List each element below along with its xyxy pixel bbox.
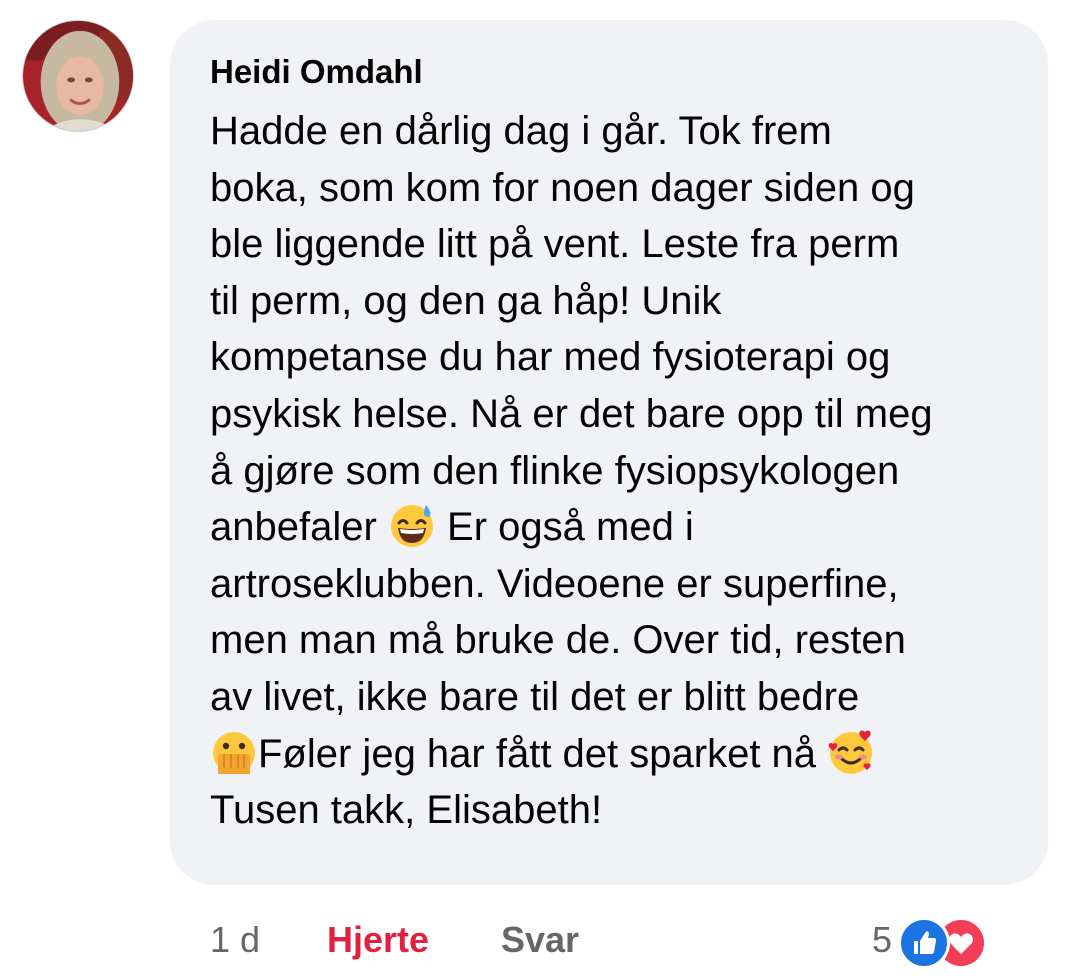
comment-line: artroseklubben. Videoene er superfine, <box>210 561 899 606</box>
comment-line: kompetanse du har med fysioterapi og <box>210 335 891 380</box>
comment-line: til perm, og den ga håp! Unik <box>210 278 722 323</box>
comment-text: Hadde en dårlig dag i går. Tok frem boka… <box>210 103 1018 839</box>
comment-footer: 1 d Hjerte Svar 5 <box>0 915 1080 969</box>
heart-button[interactable]: Hjerte <box>327 919 429 961</box>
comment-line: men man må bruke de. Over tid, resten <box>210 618 906 663</box>
reply-button[interactable]: Svar <box>501 919 579 961</box>
comment-line: boka, som kom for noen dager siden og <box>210 165 915 210</box>
comment-line: psykisk helse. Nå er det bare opp til me… <box>210 391 933 436</box>
comment-text-segment: anbefaler <box>210 505 388 550</box>
reaction-icons <box>898 915 994 969</box>
comment-line: av livet, ikke bare til det er blitt bed… <box>210 674 860 719</box>
comment-line: å gjøre som den flinke fysiopsykologen <box>210 448 900 493</box>
comment-line: anbefaler Er også med i <box>210 499 1018 556</box>
comment-text-segment: Er også med i <box>435 505 694 550</box>
comment-line: ble liggende litt på vent. Leste fra per… <box>210 222 900 267</box>
comment-line: Hadde en dårlig dag i går. Tok frem <box>210 109 832 153</box>
comment-line: Tusen takk, Elisabeth! <box>210 788 603 833</box>
comment-text-segment: Føler jeg har fått det sparket nå <box>258 731 828 776</box>
comment-timestamp[interactable]: 1 d <box>210 919 260 961</box>
face-with-open-eyes-and-hand-over-mouth-emoji <box>210 728 258 776</box>
smiling-face-with-hearts-emoji <box>827 728 875 776</box>
comment-bubble: Heidi Omdahl Hadde en dårlig dag i går. … <box>170 20 1048 885</box>
reaction-summary[interactable]: 5 <box>872 915 994 969</box>
comment-author[interactable]: Heidi Omdahl <box>210 50 1018 94</box>
grinning-face-with-sweat-emoji <box>388 501 436 549</box>
comment-line: Føler jeg har fått det sparket nå <box>210 726 1018 783</box>
comment-thread: Heidi Omdahl Hadde en dårlig dag i går. … <box>0 0 1080 979</box>
profile-photo <box>23 21 133 131</box>
like-reaction-icon <box>898 917 951 969</box>
reaction-count: 5 <box>872 919 893 960</box>
avatar[interactable] <box>22 20 134 132</box>
